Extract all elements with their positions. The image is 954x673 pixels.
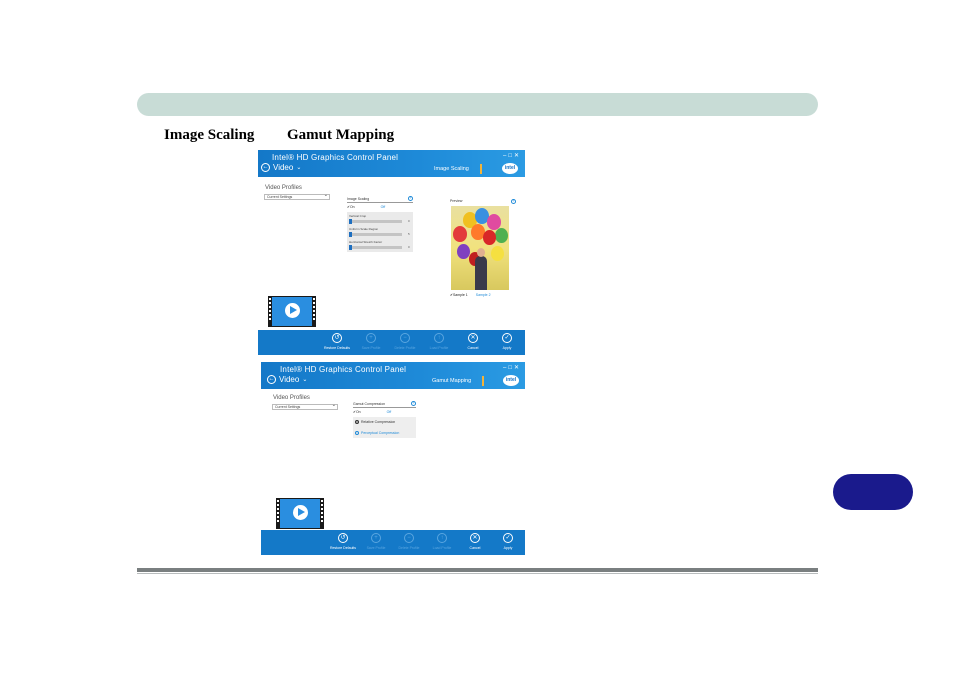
save-icon: + xyxy=(366,333,376,343)
on-option[interactable]: ✔On xyxy=(347,205,355,209)
apply-button[interactable]: ✓ Apply xyxy=(493,533,523,550)
slider-group: Vertical Crop 0 Uniform Scale Region 5 H… xyxy=(347,212,413,252)
chapter-tab xyxy=(833,474,913,510)
sample-2-option[interactable]: Sample 2 xyxy=(476,293,491,297)
horizontal-stretch-slider[interactable]: 0 xyxy=(349,245,410,250)
preview-title: Preview xyxy=(450,199,463,203)
play-icon xyxy=(285,303,300,318)
delete-profile-button[interactable]: − Delete Profile xyxy=(394,533,424,550)
window-controls[interactable]: –□✕ xyxy=(503,364,521,371)
group-title: Image Scaling xyxy=(347,197,413,203)
save-profile-button[interactable]: + Save Profile xyxy=(356,333,386,350)
page-footer-rule xyxy=(137,568,818,574)
page-header-bar xyxy=(137,93,818,116)
apply-button[interactable]: ✓ Apply xyxy=(492,333,522,350)
restore-defaults-button[interactable]: ↺ Restore Defaults xyxy=(328,533,358,550)
intel-logo: intel xyxy=(503,375,519,386)
video-profiles-label: Video Profiles xyxy=(265,185,302,191)
on-option[interactable]: ✔On xyxy=(353,410,361,414)
slider-label: Horizontal Stretch Factor xyxy=(349,240,383,244)
window-controls[interactable]: –□✕ xyxy=(503,152,521,159)
nav-video[interactable]: ← Video ⌄ xyxy=(261,163,301,172)
image-scaling-group: Image Scaling ? ✔On Off Vertical Crop 0 … xyxy=(347,196,413,252)
apply-icon: ✓ xyxy=(502,333,512,343)
cancel-button[interactable]: ✕ Cancel xyxy=(458,333,488,350)
back-arrow-icon[interactable]: ← xyxy=(267,375,276,384)
nav-label: Video xyxy=(273,163,294,172)
gamut-mapping-panel: Intel® HD Graphics Control Panel ← Video… xyxy=(261,362,525,555)
vertical-crop-slider[interactable]: 0 xyxy=(349,219,410,224)
chevron-down-icon: ⌄ xyxy=(296,165,302,171)
restore-icon: ↺ xyxy=(338,533,348,543)
profile-select[interactable]: Current Settings xyxy=(272,403,338,410)
load-icon: ↑ xyxy=(434,333,444,343)
uniform-scale-slider[interactable]: 5 xyxy=(349,232,410,237)
load-icon: ↑ xyxy=(437,533,447,543)
compression-options: Relative Compression Perceptual Compress… xyxy=(353,417,416,438)
restore-icon: ↺ xyxy=(332,333,342,343)
slider-label: Uniform Scale Region xyxy=(349,227,379,231)
heading-image-scaling: Image Scaling xyxy=(164,127,255,143)
relative-compression-radio[interactable]: Relative Compression xyxy=(355,420,414,424)
app-title: Intel® HD Graphics Control Panel xyxy=(280,365,407,374)
chevron-down-icon: ⌄ xyxy=(302,377,308,383)
video-thumbnail xyxy=(268,296,316,327)
intel-logo: intel xyxy=(502,163,518,174)
delete-profile-button[interactable]: − Delete Profile xyxy=(390,333,420,350)
restore-defaults-button[interactable]: ↺ Restore Defaults xyxy=(322,333,352,350)
save-profile-button[interactable]: + Save Profile xyxy=(361,533,391,550)
nav-video[interactable]: ← Video ⌄ xyxy=(267,375,307,384)
profile-select[interactable]: Current Settings xyxy=(264,193,330,200)
cancel-button[interactable]: ✕ Cancel xyxy=(460,533,490,550)
video-profiles-label: Video Profiles xyxy=(273,395,310,401)
preview-area: Preview ? ✔Sample 1 Sample 2 xyxy=(450,199,516,297)
accent-strip xyxy=(480,164,482,174)
delete-icon: − xyxy=(400,333,410,343)
cancel-icon: ✕ xyxy=(468,333,478,343)
load-profile-button[interactable]: ↑ Load Profile xyxy=(427,533,457,550)
off-option[interactable]: Off xyxy=(387,410,392,414)
panel-header: Intel® HD Graphics Control Panel ← Video… xyxy=(261,362,525,389)
panel-header: Intel® HD Graphics Control Panel ← Video… xyxy=(258,150,525,177)
balloons-preview-image xyxy=(451,206,509,290)
sample-1-option[interactable]: ✔Sample 1 xyxy=(450,293,468,297)
perceptual-compression-radio[interactable]: Perceptual Compression xyxy=(355,431,414,435)
load-profile-button[interactable]: ↑ Load Profile xyxy=(424,333,454,350)
slider-label: Vertical Crop xyxy=(349,214,367,218)
apply-icon: ✓ xyxy=(503,533,513,543)
play-icon xyxy=(293,505,308,520)
back-arrow-icon[interactable]: ← xyxy=(261,163,270,172)
gamut-compression-group: Gamut Compression ? ✔On Off Relative Com… xyxy=(353,401,416,438)
save-icon: + xyxy=(371,533,381,543)
heading-gamut-mapping: Gamut Mapping xyxy=(287,127,395,143)
panel-footer: ↺ Restore Defaults + Save Profile − Delete … xyxy=(258,330,525,355)
group-title: Gamut Compression xyxy=(353,402,416,408)
delete-icon: − xyxy=(404,533,414,543)
section-label: Gamut Mapping xyxy=(432,378,472,384)
panel-footer: ↺ Restore Defaults + Save Profile − Delete … xyxy=(261,530,525,555)
off-option[interactable]: Off xyxy=(381,205,386,209)
app-title: Intel® HD Graphics Control Panel xyxy=(272,153,399,162)
help-icon[interactable]: ? xyxy=(408,196,413,201)
help-icon[interactable]: ? xyxy=(411,401,416,406)
help-icon[interactable]: ? xyxy=(511,199,516,204)
image-scaling-panel: Intel® HD Graphics Control Panel ← Video… xyxy=(258,150,525,355)
section-label: Image Scaling xyxy=(434,166,469,172)
cancel-icon: ✕ xyxy=(470,533,480,543)
accent-strip xyxy=(482,376,484,386)
nav-label: Video xyxy=(279,375,300,384)
video-thumbnail xyxy=(276,498,324,529)
